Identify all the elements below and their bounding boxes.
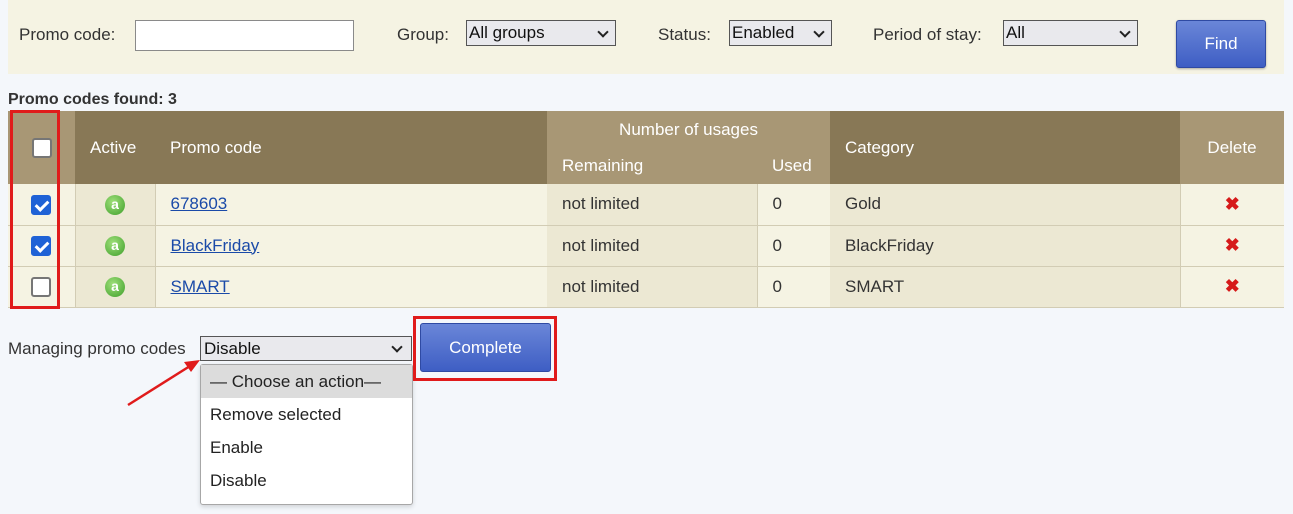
complete-button[interactable]: Complete — [420, 323, 551, 372]
remaining-header[interactable]: Remaining — [547, 148, 757, 184]
used-cell: 0 — [757, 184, 830, 226]
used-cell: 0 — [757, 225, 830, 267]
row-checkbox[interactable] — [31, 194, 52, 215]
table-row: a BlackFriday not limited 0 BlackFriday … — [8, 225, 1284, 267]
filter-bar: Promo code: Group: All groups Status: En… — [8, 0, 1284, 74]
promo-code-header[interactable]: Promo code — [155, 111, 547, 184]
action-dropdown-list: — Choose an action— Remove selected Enab… — [200, 364, 413, 505]
remaining-cell: not limited — [547, 184, 758, 226]
active-cell: a — [75, 225, 156, 267]
period-select-value: All — [1006, 23, 1025, 42]
delete-cell: ✖ — [1180, 184, 1284, 226]
promo-code-cell: 678603 — [155, 184, 547, 226]
chevron-down-icon — [813, 26, 825, 38]
active-status-icon: a — [105, 276, 125, 297]
delete-cell: ✖ — [1180, 266, 1284, 308]
delete-header: Delete — [1180, 111, 1284, 184]
remaining-cell: not limited — [547, 266, 758, 308]
remaining-cell: not limited — [547, 225, 758, 267]
action-option-remove-selected[interactable]: Remove selected — [201, 398, 412, 431]
find-button[interactable]: Find — [1176, 20, 1266, 68]
delete-icon[interactable]: ✖ — [1225, 235, 1240, 255]
chevron-down-icon — [597, 26, 609, 38]
row-select-cell — [8, 225, 76, 267]
used-cell: 0 — [757, 266, 830, 308]
select-all-header — [8, 111, 75, 184]
promo-code-cell: SMART — [155, 266, 547, 308]
used-header[interactable]: Used — [757, 148, 830, 184]
chevron-down-icon — [1119, 26, 1131, 38]
row-checkbox[interactable] — [31, 235, 52, 256]
group-label: Group: — [397, 25, 449, 44]
category-header[interactable]: Category — [830, 111, 1180, 184]
promo-code-cell: BlackFriday — [155, 225, 547, 267]
action-select[interactable]: Disable — [200, 336, 412, 361]
delete-icon[interactable]: ✖ — [1225, 194, 1240, 214]
managing-promo-codes-label: Managing promo codes — [8, 339, 186, 358]
status-select[interactable]: Enabled — [729, 20, 832, 46]
promo-code-link[interactable]: 678603 — [171, 194, 228, 213]
promo-code-link[interactable]: SMART — [171, 277, 230, 296]
promo-codes-table: Active Promo code Number of usages Categ… — [8, 111, 1284, 308]
promo-code-label: Promo code: — [19, 25, 116, 44]
delete-cell: ✖ — [1180, 225, 1284, 267]
number-of-usages-header: Number of usages — [547, 111, 830, 148]
select-all-checkbox[interactable] — [31, 137, 52, 158]
group-select-value: All groups — [469, 23, 545, 42]
action-option-disable[interactable]: Disable — [201, 464, 412, 497]
promo-code-link[interactable]: BlackFriday — [171, 236, 260, 255]
delete-icon[interactable]: ✖ — [1225, 276, 1240, 296]
action-option-enable[interactable]: Enable — [201, 431, 412, 464]
group-select[interactable]: All groups — [466, 20, 616, 46]
row-select-cell — [8, 266, 76, 308]
active-status-icon: a — [105, 194, 125, 215]
period-label: Period of stay: — [873, 25, 982, 44]
active-cell: a — [75, 266, 156, 308]
active-cell: a — [75, 184, 156, 226]
results-count: Promo codes found: 3 — [8, 91, 177, 108]
action-option-choose[interactable]: — Choose an action— — [201, 365, 412, 398]
active-header: Active — [75, 111, 155, 184]
status-select-value: Enabled — [732, 23, 795, 42]
period-select[interactable]: All — [1003, 20, 1138, 46]
category-cell: Gold — [830, 184, 1181, 226]
active-status-icon: a — [105, 235, 125, 256]
action-select-value: Disable — [204, 339, 261, 358]
table-row: a 678603 not limited 0 Gold ✖ — [8, 184, 1284, 226]
category-cell: SMART — [830, 266, 1181, 308]
row-select-cell — [8, 184, 76, 226]
chevron-down-icon — [391, 341, 403, 353]
status-label: Status: — [658, 25, 711, 44]
category-cell: BlackFriday — [830, 225, 1181, 267]
promo-code-input[interactable] — [135, 20, 354, 51]
row-checkbox[interactable] — [31, 276, 52, 297]
table-row: a SMART not limited 0 SMART ✖ — [8, 266, 1284, 308]
